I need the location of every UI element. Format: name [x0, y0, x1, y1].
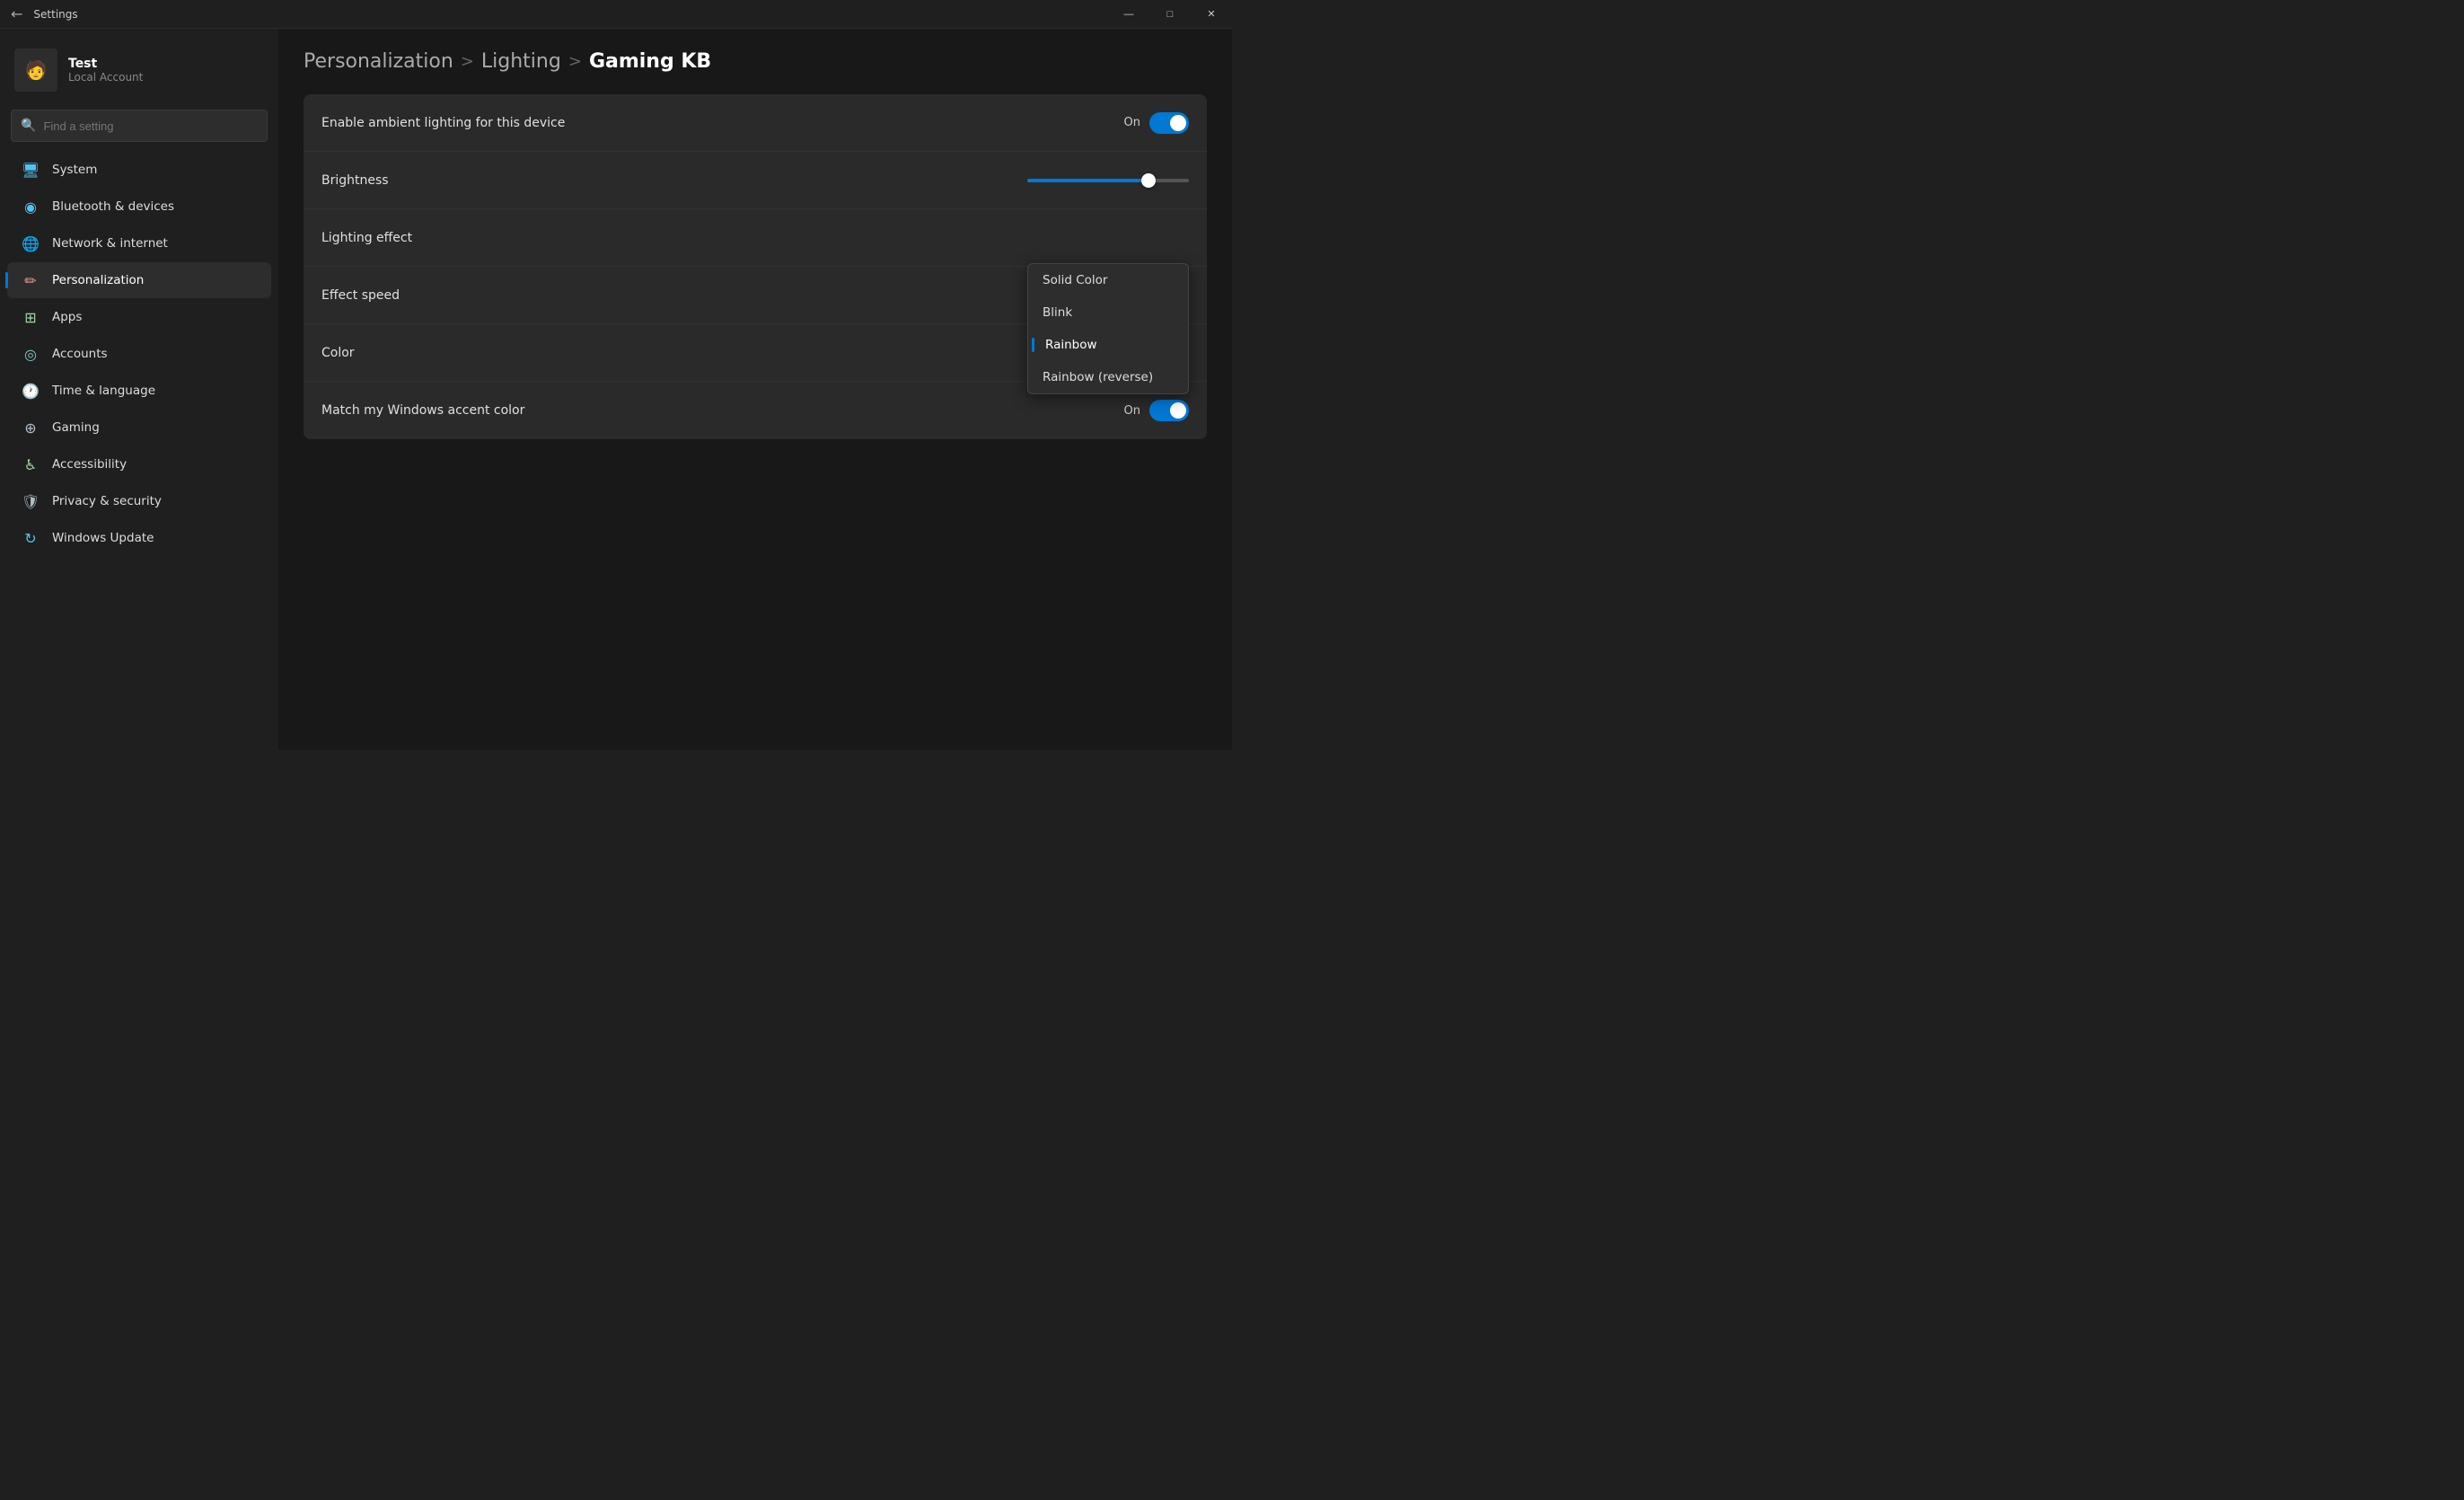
- search-input[interactable]: [43, 119, 258, 133]
- app-container: 🧑 Test Local Account 🔍 🖥 System ◉ Blueto…: [0, 29, 1232, 750]
- breadcrumb-item-personalization[interactable]: Personalization: [304, 50, 453, 73]
- network-icon: 🌐: [22, 234, 40, 252]
- sidebar-item-network[interactable]: 🌐 Network & internet: [7, 225, 271, 261]
- sidebar-label-time: Time & language: [52, 384, 155, 398]
- sidebar-label-accessibility: Accessibility: [52, 457, 127, 472]
- titlebar: ← Settings — □ ✕: [0, 0, 1232, 29]
- time-icon: 🕐: [22, 382, 40, 400]
- lighting-effect-label: Lighting effect: [321, 231, 412, 245]
- gaming-icon: ⊕: [22, 419, 40, 437]
- user-subtitle: Local Account: [68, 71, 143, 84]
- back-arrow[interactable]: ←: [11, 5, 22, 22]
- brightness-slider[interactable]: [1027, 179, 1189, 182]
- ambient-lighting-row: Enable ambient lighting for this device …: [304, 94, 1207, 152]
- close-button[interactable]: ✕: [1191, 0, 1232, 29]
- sidebar-item-system[interactable]: 🖥 System: [7, 152, 271, 188]
- breadcrumb-item-lighting[interactable]: Lighting: [481, 50, 561, 73]
- titlebar-left: ← Settings: [11, 5, 78, 22]
- dropdown-item-blink[interactable]: Blink: [1028, 296, 1188, 329]
- sidebar-label-accounts: Accounts: [52, 347, 108, 361]
- sidebar-item-time[interactable]: 🕐 Time & language: [7, 373, 271, 409]
- update-icon: ↻: [22, 529, 40, 547]
- accent-toggle[interactable]: [1149, 400, 1189, 421]
- titlebar-controls: — □ ✕: [1108, 0, 1232, 29]
- sidebar-item-accounts[interactable]: ◎ Accounts: [7, 336, 271, 372]
- ambient-value: On: [1124, 116, 1140, 129]
- effect-speed-label: Effect speed: [321, 288, 400, 303]
- brightness-row: Brightness: [304, 152, 1207, 209]
- settings-card: Enable ambient lighting for this device …: [304, 94, 1207, 439]
- apps-icon: ⊞: [22, 308, 40, 326]
- lighting-effect-dropdown: Solid ColorBlinkRainbowRainbow (reverse): [1027, 263, 1189, 394]
- sidebar-item-privacy[interactable]: 🛡 Privacy & security: [7, 483, 271, 519]
- sidebar-label-gaming: Gaming: [52, 420, 100, 435]
- ambient-toggle[interactable]: [1149, 112, 1189, 134]
- sidebar: 🧑 Test Local Account 🔍 🖥 System ◉ Blueto…: [0, 29, 278, 750]
- sidebar-item-accessibility[interactable]: ♿ Accessibility: [7, 446, 271, 482]
- sidebar-label-privacy: Privacy & security: [52, 494, 162, 508]
- brightness-track: [1027, 179, 1189, 182]
- sidebar-label-network: Network & internet: [52, 236, 168, 251]
- selected-indicator: [1032, 338, 1034, 352]
- main-content: Personalization > Lighting > Gaming KB E…: [278, 29, 1232, 750]
- sidebar-label-system: System: [52, 163, 97, 177]
- user-info: Test Local Account: [68, 57, 143, 84]
- avatar: 🧑: [14, 49, 57, 92]
- minimize-button[interactable]: —: [1108, 0, 1149, 29]
- lighting-effect-row: Lighting effect Solid ColorBlinkRainbowR…: [304, 209, 1207, 267]
- brightness-thumb[interactable]: [1141, 173, 1156, 188]
- sidebar-item-update[interactable]: ↻ Windows Update: [7, 520, 271, 556]
- accessibility-icon: ♿: [22, 455, 40, 473]
- search-icon: 🔍: [21, 119, 36, 133]
- dropdown-item-solid-color[interactable]: Solid Color: [1028, 264, 1188, 296]
- personalization-icon: ✏: [22, 271, 40, 289]
- brightness-label: Brightness: [321, 173, 389, 188]
- search-container: 🔍: [0, 106, 278, 151]
- color-label: Color: [321, 346, 355, 360]
- brightness-fill: [1027, 179, 1148, 182]
- sidebar-item-apps[interactable]: ⊞ Apps: [7, 299, 271, 335]
- sidebar-label-bluetooth: Bluetooth & devices: [52, 199, 174, 214]
- ambient-lighting-label: Enable ambient lighting for this device: [321, 116, 565, 130]
- breadcrumb-sep-1: >: [461, 52, 474, 71]
- sidebar-item-gaming[interactable]: ⊕ Gaming: [7, 410, 271, 446]
- accounts-icon: ◎: [22, 345, 40, 363]
- user-profile: 🧑 Test Local Account: [0, 38, 278, 106]
- maximize-button[interactable]: □: [1149, 0, 1191, 29]
- dropdown-item-rainbow[interactable]: Rainbow: [1028, 329, 1188, 361]
- sidebar-label-apps: Apps: [52, 310, 82, 324]
- user-name: Test: [68, 57, 143, 71]
- sidebar-label-update: Windows Update: [52, 531, 154, 545]
- sidebar-item-personalization[interactable]: ✏ Personalization: [7, 262, 271, 298]
- breadcrumb-sep-2: >: [568, 52, 582, 71]
- accent-value: On: [1124, 404, 1140, 418]
- accent-color-label: Match my Windows accent color: [321, 403, 524, 418]
- nav-list: 🖥 System ◉ Bluetooth & devices 🌐 Network…: [0, 152, 278, 556]
- privacy-icon: 🛡: [22, 492, 40, 510]
- system-icon: 🖥: [22, 161, 40, 179]
- sidebar-label-personalization: Personalization: [52, 273, 144, 287]
- titlebar-title: Settings: [33, 8, 77, 21]
- breadcrumb: Personalization > Lighting > Gaming KB: [304, 50, 1207, 73]
- sidebar-item-bluetooth[interactable]: ◉ Bluetooth & devices: [7, 189, 271, 225]
- bluetooth-icon: ◉: [22, 198, 40, 216]
- dropdown-item-rainbow-reverse[interactable]: Rainbow (reverse): [1028, 361, 1188, 393]
- breadcrumb-current: Gaming KB: [589, 50, 711, 73]
- search-box[interactable]: 🔍: [11, 110, 268, 142]
